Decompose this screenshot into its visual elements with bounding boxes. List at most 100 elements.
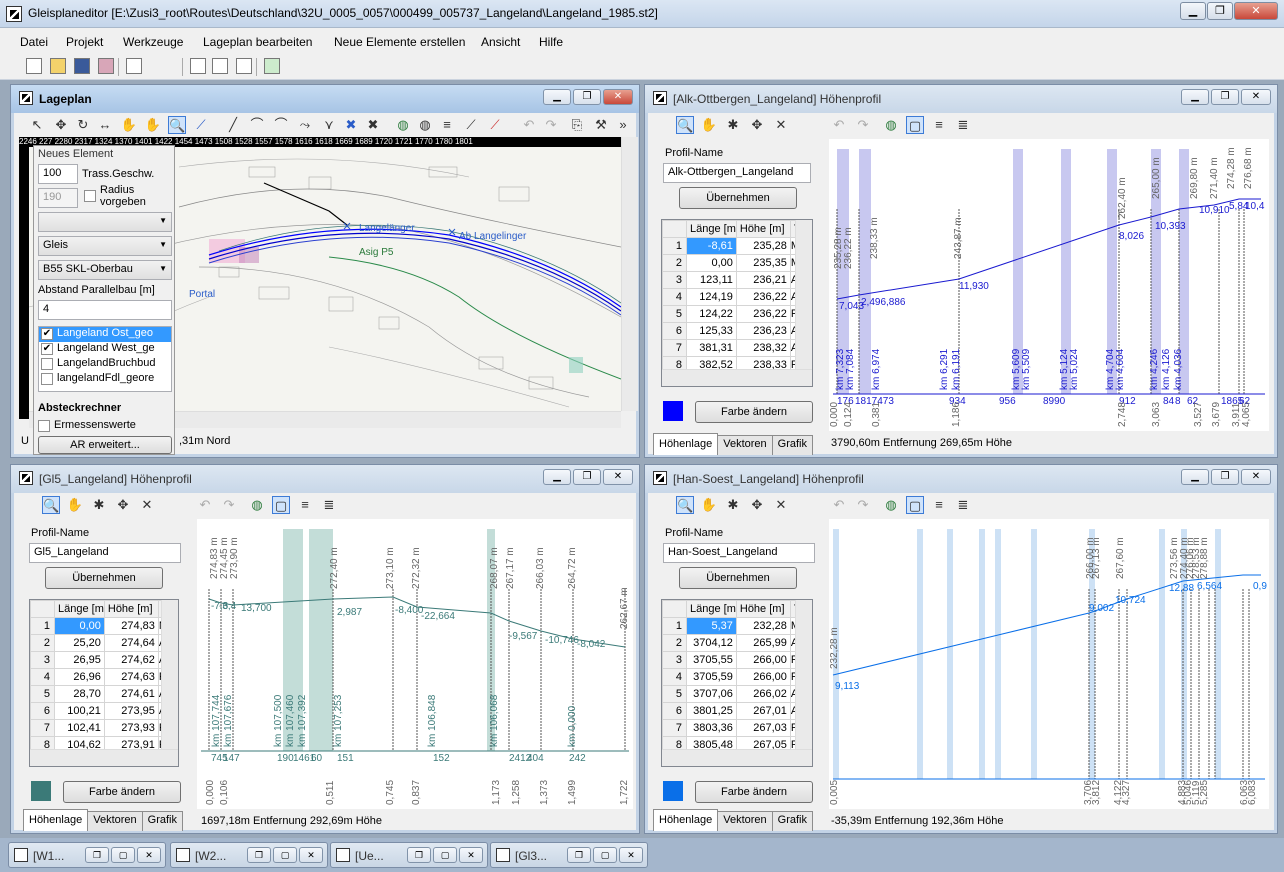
table-row[interactable]: 225,20274,64A	[30, 634, 170, 652]
maximize-button[interactable]: ▢	[273, 847, 297, 863]
table-hscrollbar[interactable]	[30, 749, 178, 766]
minimize-button[interactable]: ▁	[1181, 469, 1209, 485]
globe-icon[interactable]: ◍	[394, 116, 412, 134]
delete-icon[interactable]: ✕	[138, 496, 156, 514]
han-height-table[interactable]: Länge [mHöhe [m]T 15,37232,28M 23704,122…	[661, 599, 813, 767]
close-button[interactable]: ✕	[137, 847, 161, 863]
delete-icon[interactable]: ✕	[772, 496, 790, 514]
table-row[interactable]: 23704,12265,99A	[662, 634, 802, 652]
minimize-button[interactable]: ▁	[543, 89, 571, 105]
switch-icon[interactable]: ⤳	[296, 116, 314, 134]
close-button[interactable]: ✕	[1241, 469, 1271, 485]
table-row[interactable]: 10,00274,83M	[30, 617, 170, 635]
move-icon[interactable]: ✥	[52, 116, 70, 134]
pick-icon[interactable]: ✱	[724, 496, 742, 514]
radius-checkbox[interactable]	[84, 190, 96, 202]
save-icon[interactable]	[74, 58, 90, 74]
undo-icon[interactable]: ↶	[830, 496, 848, 514]
ar-erweitert-button[interactable]: AR erweitert...	[38, 436, 172, 454]
panel-toggle-icon[interactable]: ▢	[906, 496, 924, 514]
save-as-icon[interactable]	[98, 58, 114, 74]
tile-horizontal-icon[interactable]	[212, 58, 228, 74]
menu-hilfe[interactable]: Hilfe	[539, 35, 563, 49]
table-row[interactable]: 73803,36267,03F	[662, 719, 802, 737]
close-button[interactable]: ✕	[603, 89, 633, 105]
select-arrow-icon[interactable]: ↖	[28, 116, 46, 134]
tab-hoehenlage[interactable]: Höhenlage	[653, 433, 719, 455]
globe-icon[interactable]: ◍	[248, 496, 266, 514]
map-vertical-scrollbar[interactable]	[621, 137, 638, 411]
lines-icon[interactable]: ≡	[930, 496, 948, 514]
profile-name-field[interactable]: Han-Soest_Langeland	[663, 543, 815, 563]
minimized-window[interactable]: [Gl3... ❐ ▢ ✕	[490, 842, 648, 868]
radius-field[interactable]: 190	[38, 188, 78, 208]
minimize-button[interactable]: ▁	[543, 469, 571, 485]
signal-icon[interactable]: ⟋	[462, 116, 480, 134]
profile-name-field[interactable]: Gl5_Langeland	[29, 543, 181, 563]
lines-icon[interactable]: ≡	[930, 116, 948, 134]
menu-werkzeuge[interactable]: Werkzeuge	[123, 35, 183, 49]
table-row[interactable]: 326,95274,62A	[30, 651, 170, 669]
minimize-button[interactable]: ▁	[1180, 2, 1206, 20]
layer-item[interactable]: langelandFdl_geore	[39, 372, 171, 387]
hand-icon[interactable]: ✋	[66, 496, 84, 514]
apply-button[interactable]: Übernehmen	[679, 187, 797, 209]
marker-icon[interactable]: ⟋	[486, 116, 504, 134]
table-scrollbar[interactable]	[161, 600, 178, 750]
maximize-button[interactable]: ❐	[1207, 2, 1233, 20]
close-button[interactable]: ✕	[603, 469, 633, 485]
delete-blue-icon[interactable]: ✖	[342, 116, 360, 134]
table-row[interactable]: 528,70274,61A	[30, 685, 170, 703]
menu-lageplan-bearbeiten[interactable]: Lageplan bearbeiten	[203, 35, 312, 49]
layers-icon[interactable]: ≡	[438, 116, 456, 134]
tab-vektoren[interactable]: Vektoren	[717, 811, 773, 831]
open-folder-icon[interactable]	[50, 58, 66, 74]
lines-icon[interactable]: ≡	[296, 496, 314, 514]
close-button[interactable]: ✕	[299, 847, 323, 863]
panel-toggle-icon[interactable]: ▢	[906, 116, 924, 134]
table-row[interactable]: 7381,31238,32A	[662, 339, 802, 357]
move-icon[interactable]: ✥	[114, 496, 132, 514]
gl5-height-table[interactable]: Länge [mHöhe [m]T 10,00274,83M 225,20274…	[29, 599, 179, 767]
menu-datei[interactable]: Datei	[20, 35, 48, 49]
arc-icon[interactable]: ⌒	[248, 116, 266, 134]
move-icon[interactable]: ✥	[748, 116, 766, 134]
menu-neue-elemente[interactable]: Neue Elemente erstellen	[334, 35, 465, 49]
close-button[interactable]: ✕	[1241, 89, 1271, 105]
table-row[interactable]: 20,00235,35M	[662, 254, 802, 272]
element-type-combo[interactable]	[38, 212, 172, 232]
table-row[interactable]: 43705,59266,00F	[662, 668, 802, 686]
restore-button[interactable]: ❐	[407, 847, 431, 863]
hand-icon[interactable]: ✋	[700, 116, 718, 134]
close-button[interactable]: ✕	[459, 847, 483, 863]
profile-name-field[interactable]: Alk-Ottbergen_Langeland	[663, 163, 811, 183]
maximize-button[interactable]: ▢	[433, 847, 457, 863]
table-hscrollbar[interactable]	[662, 369, 812, 386]
minimize-button[interactable]: ▁	[1181, 89, 1209, 105]
stretch-icon[interactable]: ↔	[96, 116, 114, 134]
han-profile-plot[interactable]: 232,28 m 266,00 m 267,13 m 267,60 m 273,56 m…	[829, 519, 1269, 809]
table-row[interactable]: 15,37232,28M	[662, 617, 802, 635]
layer-item[interactable]: ✔ Langeland West_ge	[39, 342, 171, 357]
gl5-profile-plot[interactable]: 274,83 m 274,45 m 273,90 m 272,40 m 273,10 m…	[197, 519, 633, 809]
table-scrollbar[interactable]	[795, 220, 812, 370]
table-hscrollbar[interactable]	[662, 749, 812, 766]
ermessen-checkbox[interactable]	[38, 420, 50, 432]
undo-icon[interactable]: ↶	[830, 116, 848, 134]
apply-button[interactable]: Übernehmen	[45, 567, 163, 589]
hand-multi-icon[interactable]: ✋	[144, 116, 162, 134]
restore-button[interactable]: ❐	[85, 847, 109, 863]
maximize-button[interactable]: ❐	[573, 89, 601, 105]
gleis-combo[interactable]: Gleis	[38, 236, 172, 256]
globe-icon[interactable]: ◍	[882, 116, 900, 134]
globe-icon[interactable]: ◍	[882, 496, 900, 514]
hand-icon[interactable]: ✋	[120, 116, 138, 134]
lines-bold-icon[interactable]: ≣	[320, 496, 338, 514]
lines-bold-icon[interactable]: ≣	[954, 116, 972, 134]
more-icon[interactable]: »	[614, 116, 632, 134]
table-row[interactable]: 426,96274,63F	[30, 668, 170, 686]
alk-height-table[interactable]: Länge [mHöhe [m]T 1-8,61235,28M 20,00235…	[661, 219, 813, 387]
change-color-button[interactable]: Farbe ändern	[695, 401, 813, 423]
tile-vertical-icon[interactable]	[236, 58, 252, 74]
globe-edit-icon[interactable]: ◍	[416, 116, 434, 134]
